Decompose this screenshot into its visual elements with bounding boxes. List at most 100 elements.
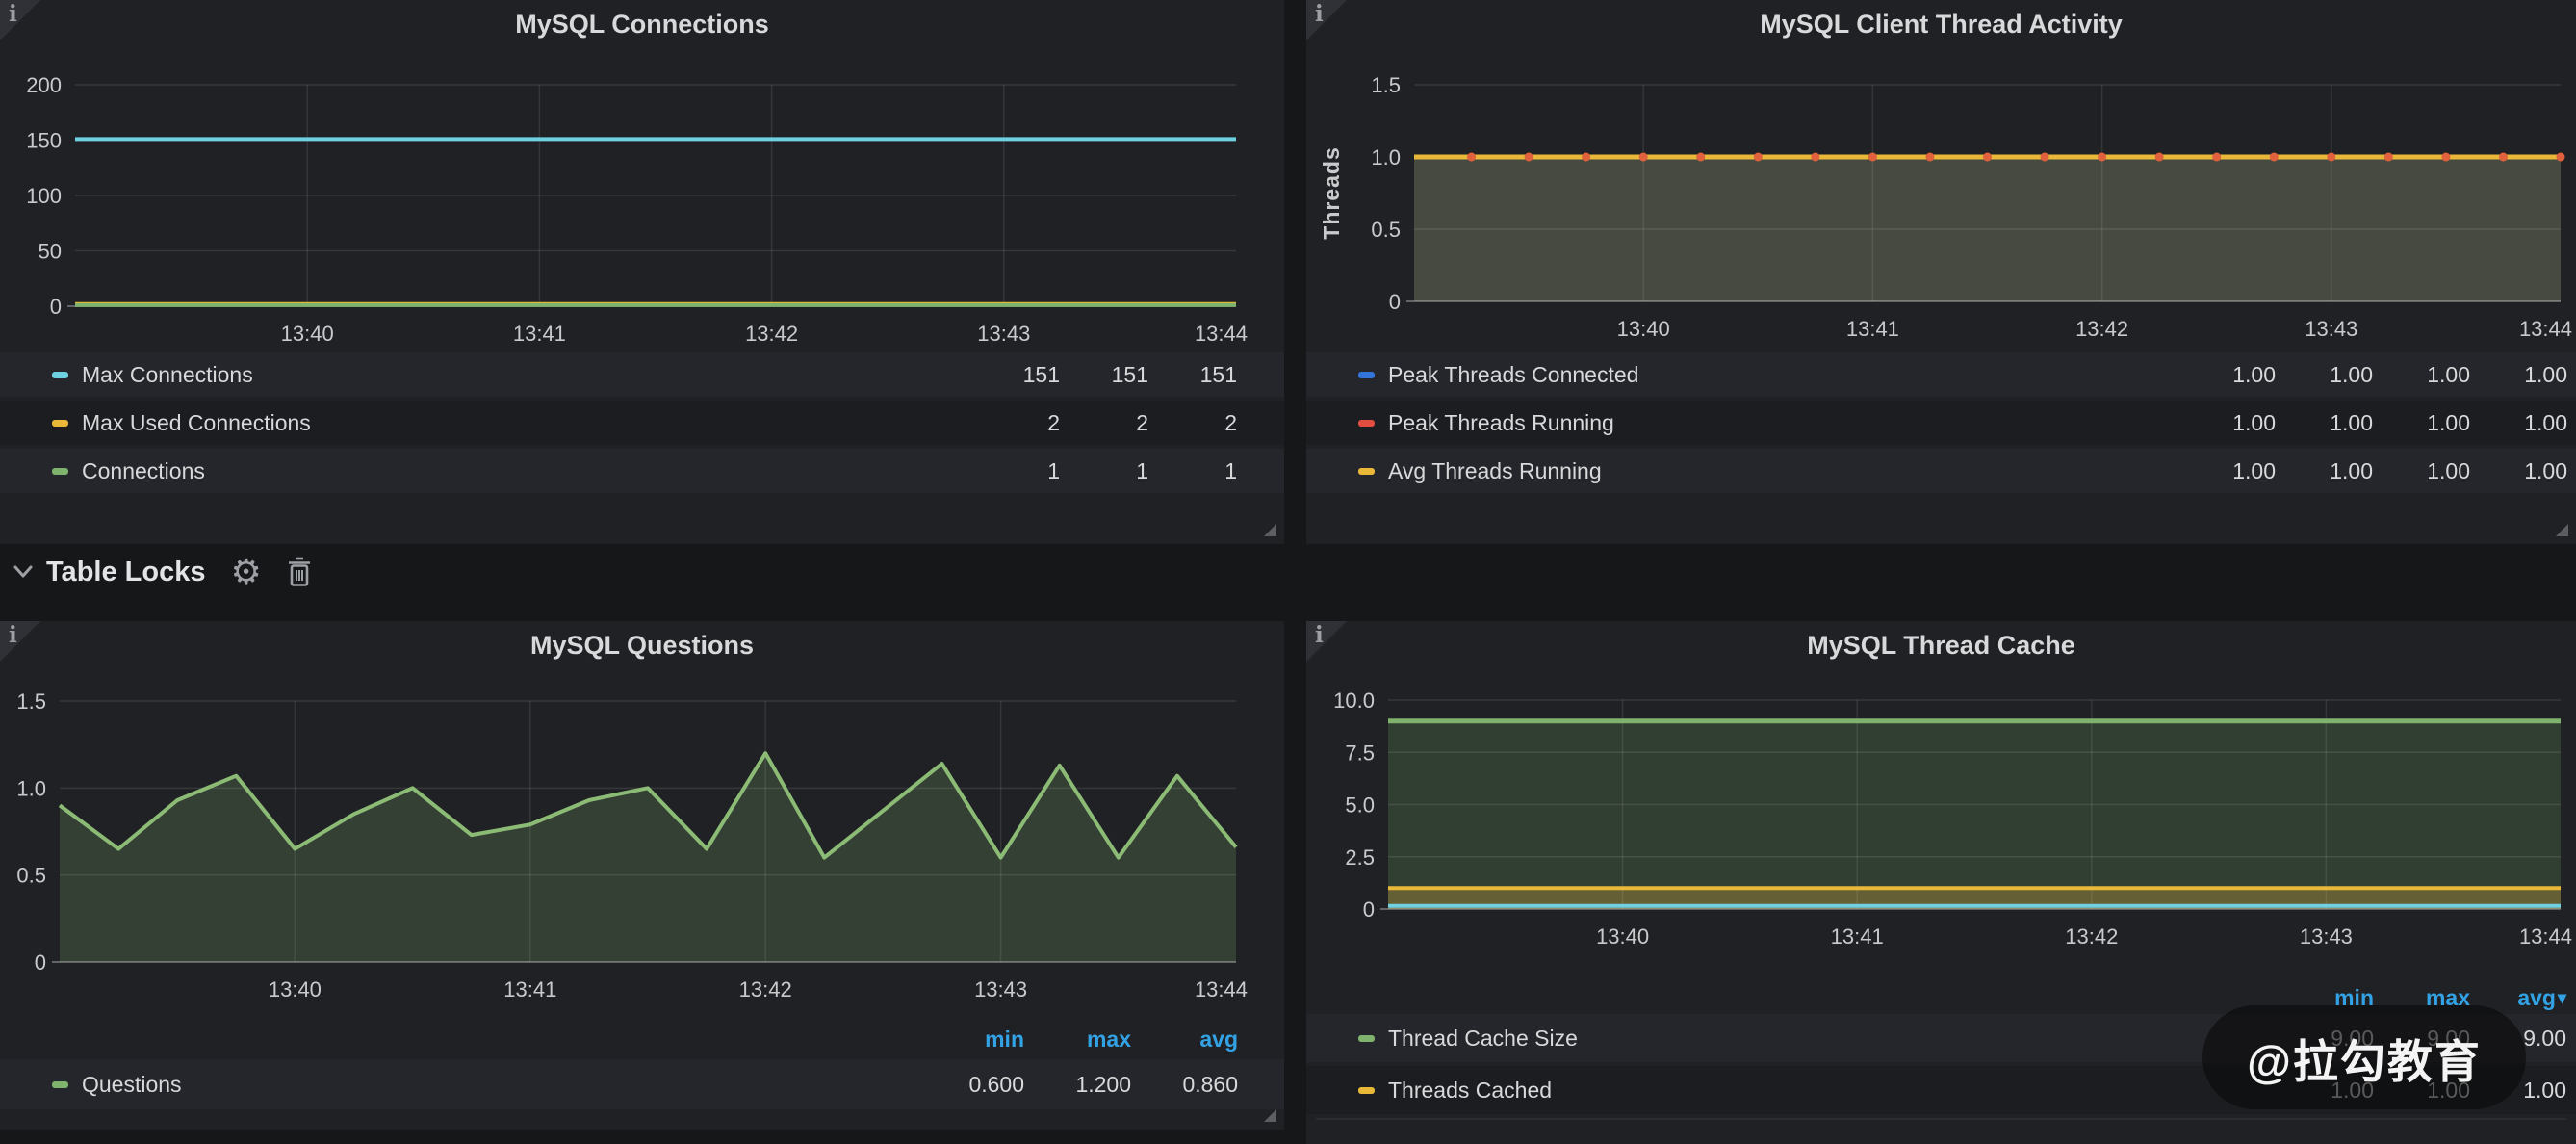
mysql-questions-chart: 00.51.01.513:4013:4113:4213:4313:44 xyxy=(0,621,1284,1016)
legend-label[interactable]: Questions xyxy=(82,1072,182,1098)
panel-mysql-questions: i MySQL Questions 00.51.01.513:4013:4113… xyxy=(0,621,1284,1130)
x-tick-label: 13:44 xyxy=(2519,924,2572,949)
legend-row: Peak Threads Connected 1.00 1.00 1.00 1.… xyxy=(1306,352,2576,397)
legend-header-max[interactable]: max xyxy=(1024,1027,1131,1053)
legend-value-avg: 1.00 xyxy=(2470,1078,2566,1104)
panel-resize-handle[interactable] xyxy=(1264,524,1276,536)
legend-value: 2 xyxy=(971,410,1060,436)
legend-header-min[interactable]: min xyxy=(917,1027,1024,1053)
panel-resize-handle[interactable] xyxy=(2556,524,2568,536)
legend-header-avg[interactable]: avg ▾ xyxy=(2470,985,2566,1011)
panel-info-corner[interactable] xyxy=(1306,621,1347,662)
legend-swatch[interactable] xyxy=(1358,1035,1375,1042)
mysql-client-thread-activity-chart: 00.51.01.513:4013:4113:4213:4313:44Threa… xyxy=(1306,0,2576,351)
legend: Max Connections 151 151 151 Max Used Con… xyxy=(0,352,1284,497)
chevron-down-icon[interactable] xyxy=(12,564,35,580)
legend-value: 2 xyxy=(1148,410,1237,436)
legend-value: 1.00 xyxy=(2373,410,2470,436)
panel-info-corner[interactable] xyxy=(0,0,40,40)
x-tick-label: 13:41 xyxy=(1831,924,1884,949)
y-axis-label: Threads xyxy=(1319,146,1344,239)
y-tick-label: 0 xyxy=(50,295,62,319)
legend-label[interactable]: Max Connections xyxy=(82,362,253,388)
row-delete-button[interactable] xyxy=(287,557,312,587)
legend-row: Max Used Connections 2 2 2 xyxy=(0,401,1284,445)
x-tick-label: 13:40 xyxy=(1617,317,1670,341)
legend-label[interactable]: Threads Cached xyxy=(1388,1078,1552,1104)
legend-label[interactable]: Avg Threads Running xyxy=(1388,458,1602,484)
x-tick-label: 13:44 xyxy=(2519,317,2572,341)
legend-value: 1 xyxy=(1148,458,1237,484)
y-tick-label: 0 xyxy=(1389,290,1401,314)
series-point xyxy=(1696,153,1705,162)
x-tick-label: 13:44 xyxy=(1195,322,1248,346)
info-icon[interactable]: i xyxy=(9,622,17,649)
panel-info-corner[interactable] xyxy=(1306,0,1347,40)
y-tick-label: 200 xyxy=(26,73,62,97)
x-tick-label: 13:42 xyxy=(745,322,798,346)
y-tick-label: 0.5 xyxy=(1371,218,1401,242)
legend-value: 1.00 xyxy=(2178,410,2276,436)
legend-value: 1.00 xyxy=(2373,458,2470,484)
legend-swatch[interactable] xyxy=(1358,420,1375,427)
legend-swatch[interactable] xyxy=(52,468,68,475)
legend-row: Thread Cache Size 9.00 9.00 9.00 xyxy=(1306,1014,2576,1062)
legend-swatch[interactable] xyxy=(1358,372,1375,378)
legend-value: 1.00 xyxy=(2276,410,2373,436)
x-tick-label: 13:40 xyxy=(281,322,334,346)
panel-title[interactable]: MySQL Questions xyxy=(0,631,1284,661)
series-point xyxy=(2212,153,2221,162)
panel-title[interactable]: MySQL Thread Cache xyxy=(1306,631,2576,661)
legend-value: 1.00 xyxy=(2276,362,2373,388)
x-tick-label: 13:40 xyxy=(269,977,322,1001)
y-tick-label: 7.5 xyxy=(1345,741,1375,765)
info-icon[interactable]: i xyxy=(9,1,17,28)
legend-swatch[interactable] xyxy=(52,372,68,378)
legend-row: Max Connections 151 151 151 xyxy=(0,352,1284,397)
legend-swatch[interactable] xyxy=(1358,468,1375,475)
legend-value-max: 1.00 xyxy=(2374,1078,2470,1104)
y-tick-label: 2.5 xyxy=(1345,845,1375,870)
panel-mysql-client-thread-activity: i MySQL Client Thread Activity 00.51.01.… xyxy=(1306,0,2576,544)
x-tick-label: 13:41 xyxy=(513,322,566,346)
panel-resize-handle[interactable] xyxy=(1264,1109,1276,1122)
legend-header-max[interactable]: max xyxy=(2374,985,2470,1011)
legend-value-min: 1.00 xyxy=(2278,1078,2374,1104)
legend-value: 2 xyxy=(1060,410,1148,436)
info-icon[interactable]: i xyxy=(1315,622,1324,649)
panel-title[interactable]: MySQL Client Thread Activity xyxy=(1306,10,2576,39)
series-point xyxy=(2557,153,2565,162)
legend-value-max: 1.200 xyxy=(1024,1072,1131,1098)
legend-label[interactable]: Connections xyxy=(82,458,205,484)
series-point xyxy=(1467,153,1476,162)
legend-value-min: 9.00 xyxy=(2278,1026,2374,1052)
y-tick-label: 50 xyxy=(39,240,62,264)
x-tick-label: 13:43 xyxy=(977,322,1030,346)
legend-swatch[interactable] xyxy=(52,420,68,427)
legend: Peak Threads Connected 1.00 1.00 1.00 1.… xyxy=(1306,352,2576,497)
legend-value: 1.00 xyxy=(2178,458,2276,484)
legend-divider xyxy=(1316,1118,2566,1120)
row-title[interactable]: Table Locks xyxy=(46,557,205,588)
series-point xyxy=(1754,153,1763,162)
series-point xyxy=(1868,153,1877,162)
x-tick-label: 13:43 xyxy=(974,977,1027,1001)
legend-label[interactable]: Peak Threads Running xyxy=(1388,410,1614,436)
series-point xyxy=(2384,153,2393,162)
legend-label[interactable]: Thread Cache Size xyxy=(1388,1026,1578,1052)
series-point xyxy=(1525,153,1533,162)
panel-title[interactable]: MySQL Connections xyxy=(0,10,1284,39)
info-icon[interactable]: i xyxy=(1315,1,1324,28)
legend-value-min: 0.600 xyxy=(917,1072,1024,1098)
legend-header-avg[interactable]: avg xyxy=(1131,1027,1238,1053)
legend-header-min[interactable]: min xyxy=(2278,985,2374,1011)
row-settings-button[interactable]: ⚙ xyxy=(230,555,261,589)
legend-label[interactable]: Peak Threads Connected xyxy=(1388,362,1638,388)
legend-swatch[interactable] xyxy=(52,1081,68,1088)
trash-icon xyxy=(287,557,312,587)
legend-row: Threads Cached 1.00 1.00 1.00 xyxy=(1306,1066,2576,1114)
legend-swatch[interactable] xyxy=(1358,1087,1375,1094)
series-point xyxy=(1639,153,1648,162)
panel-info-corner[interactable] xyxy=(0,621,40,662)
legend-label[interactable]: Max Used Connections xyxy=(82,410,311,436)
